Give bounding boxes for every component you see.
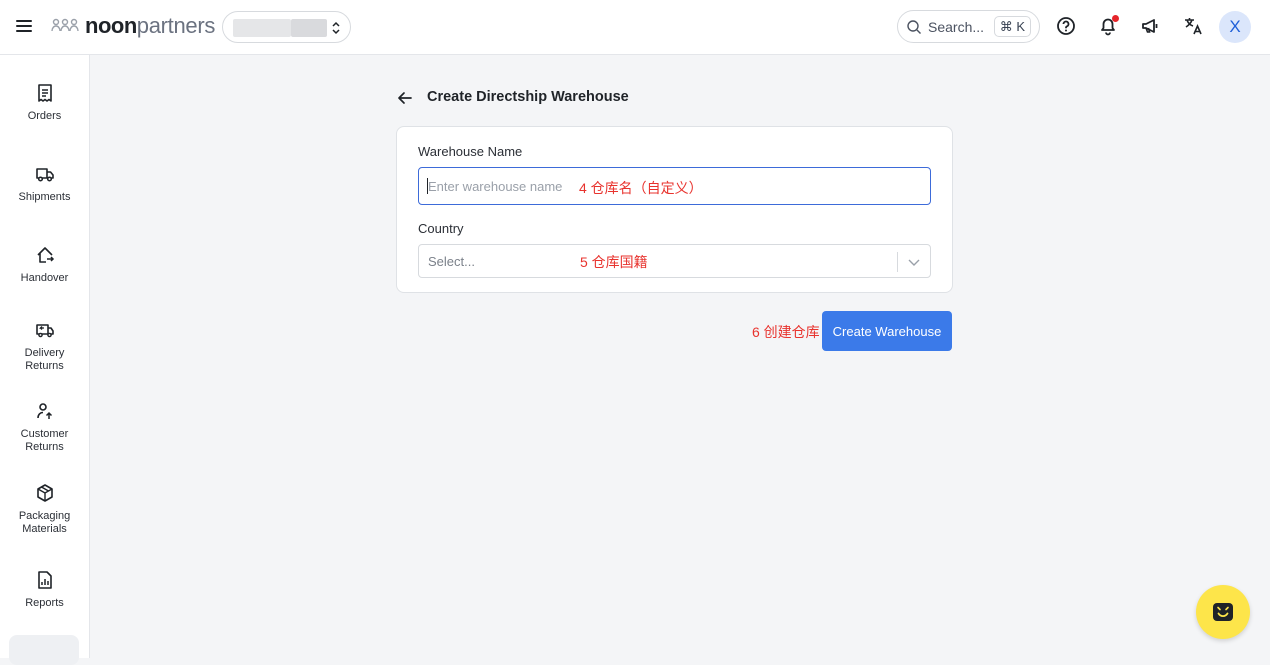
notification-dot	[1112, 15, 1119, 22]
text-cursor	[427, 178, 428, 194]
annotation-name: 4 仓库名（自定义）	[579, 180, 703, 196]
redacted-store-name-2	[291, 19, 327, 37]
search-box[interactable]: Search... ⌘ K	[897, 10, 1040, 43]
truck-return-icon	[35, 324, 54, 338]
sidebar-item-handover[interactable]: Handover	[0, 245, 89, 285]
sidebar: Orders Shipments Handover Delivery Retur…	[0, 55, 90, 665]
sidebar-item-label: Handover	[20, 272, 69, 284]
store-selector[interactable]	[222, 11, 351, 43]
sidebar-item-shipments[interactable]: Shipments	[0, 164, 89, 204]
country-placeholder: Select...	[428, 254, 475, 269]
back-arrow-icon[interactable]	[396, 89, 414, 107]
sidebar-item-label: Shipments	[18, 191, 71, 203]
search-shortcut: ⌘ K	[993, 16, 1031, 37]
page-title: Create Directship Warehouse	[427, 89, 629, 105]
updown-chevron-icon	[332, 21, 340, 35]
person-return-icon	[36, 403, 52, 419]
sidebar-item-packaging-materials[interactable]: Packaging Materials	[0, 483, 89, 536]
sidebar-item-delivery-returns[interactable]: Delivery Returns	[0, 320, 89, 373]
help-icon[interactable]	[1055, 15, 1077, 37]
chat-smile-icon	[1213, 603, 1233, 621]
sidebar-item-label: Packaging Materials	[18, 510, 71, 535]
sidebar-item-label: Delivery Returns	[24, 347, 65, 372]
sidebar-item-label: Customer Returns	[20, 428, 69, 453]
country-label: Country	[418, 221, 464, 236]
search-icon	[907, 19, 921, 34]
report-icon	[37, 571, 52, 589]
sidebar-item-label: Reports	[25, 597, 64, 609]
sidebar-item-customer-returns[interactable]: Customer Returns	[0, 401, 89, 454]
warehouse-name-label: Warehouse Name	[418, 144, 523, 159]
box-icon	[36, 484, 53, 502]
home-arrow-icon	[36, 247, 54, 263]
sidebar-item-label: Orders	[27, 110, 62, 122]
select-separator	[897, 252, 898, 272]
sidebar-item-reports[interactable]: Reports	[0, 570, 89, 610]
receipt-icon	[37, 84, 52, 102]
truck-icon	[35, 168, 54, 182]
sidebar-item-more[interactable]	[9, 635, 79, 665]
annotation-create: 6 创建仓库	[752, 324, 820, 340]
megaphone-icon[interactable]	[1139, 15, 1161, 37]
menu-icon[interactable]	[14, 17, 34, 37]
redacted-store-name	[233, 19, 291, 37]
country-select[interactable]: Select...	[418, 244, 931, 278]
create-warehouse-button[interactable]: Create Warehouse	[822, 311, 952, 351]
translate-icon[interactable]	[1182, 15, 1204, 37]
chevron-down-icon[interactable]	[907, 255, 921, 269]
brand-noon: noon	[85, 13, 137, 38]
brand-partners: partners	[136, 13, 216, 38]
user-avatar[interactable]: X	[1219, 11, 1251, 43]
chat-button[interactable]	[1196, 585, 1250, 639]
search-placeholder: Search...	[928, 18, 985, 35]
annotation-country: 5 仓库国籍	[580, 254, 648, 270]
sidebar-item-orders[interactable]: Orders	[0, 83, 89, 123]
people-icon	[51, 18, 79, 32]
top-bar: noon partners Search... ⌘ K X	[0, 0, 1270, 55]
logo[interactable]: noon partners	[51, 12, 215, 40]
